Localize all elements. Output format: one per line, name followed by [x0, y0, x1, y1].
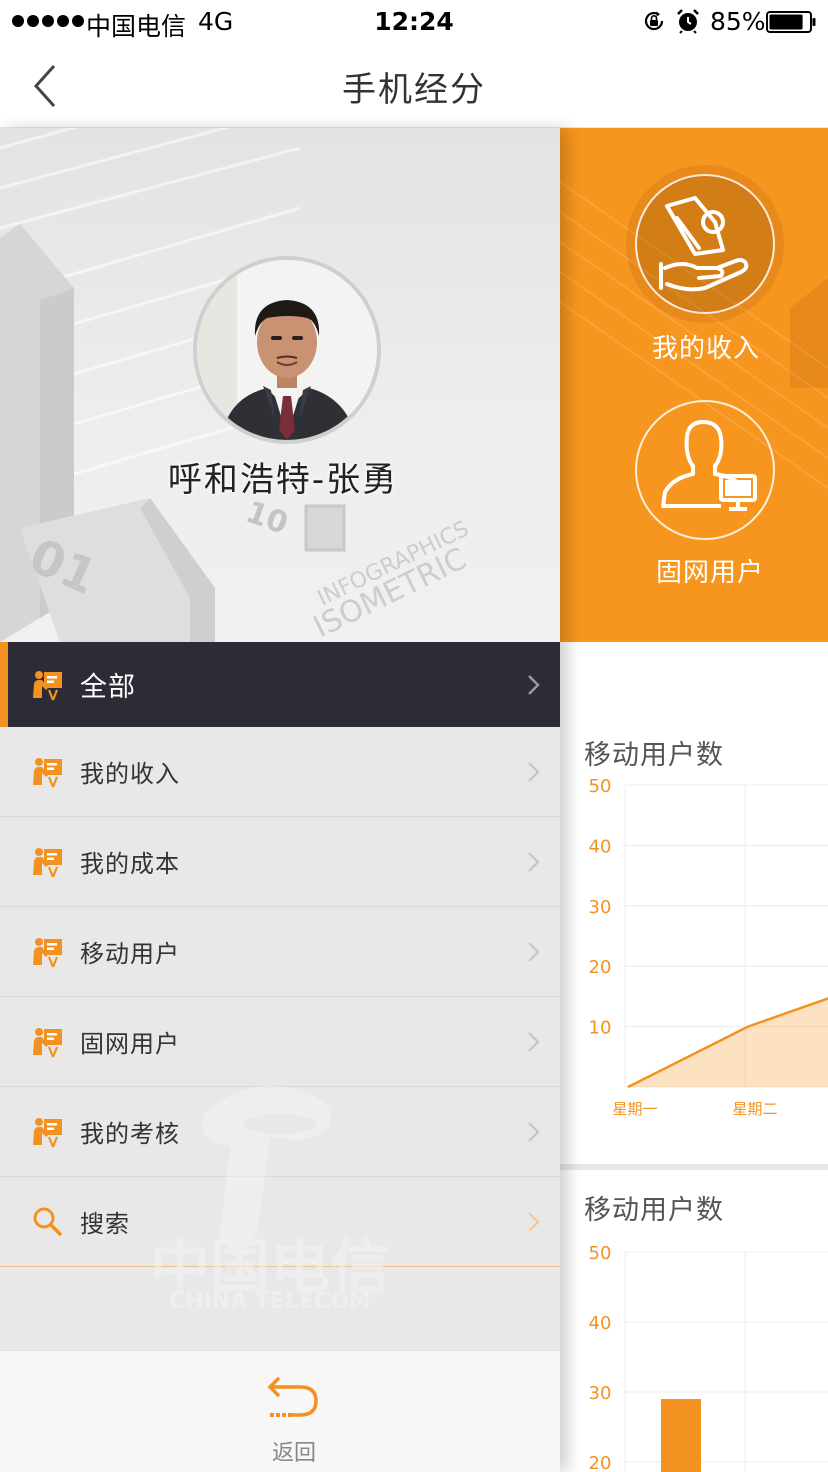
- x-tick-label: 星期一: [612, 1100, 657, 1118]
- presenter-icon: [33, 1117, 62, 1147]
- china-telecom-watermark: 中国电信 CHINA TELECOM: [150, 1086, 390, 1308]
- presenter-icon: [33, 670, 62, 700]
- presenter-icon: [33, 757, 62, 787]
- menu-item-label: 全部: [80, 672, 136, 703]
- menu-item-label: 固网用户: [80, 1030, 180, 1058]
- chevron-right-icon: [528, 1031, 540, 1052]
- menu-item-label: 移动用户: [80, 940, 180, 968]
- return-label[interactable]: 返回: [0, 1435, 588, 1467]
- area-chart: 10 20 30 40 50 星期一 星期二: [589, 776, 828, 1118]
- user-portrait: [197, 260, 377, 440]
- battery-icon: [766, 11, 816, 33]
- x-tick-label: 星期二: [732, 1100, 777, 1118]
- avatar[interactable]: [193, 256, 381, 444]
- shortcut-fixed-users-button[interactable]: [635, 400, 775, 540]
- y-tick-label: 10: [589, 1018, 612, 1039]
- y-tick-label: 20: [589, 957, 612, 978]
- menu-item-all[interactable]: 全部: [0, 642, 560, 727]
- chevron-right-icon: [528, 761, 540, 782]
- presenter-icon: [33, 847, 62, 877]
- y-tick-label: 20: [589, 1453, 612, 1472]
- shortcut-fixed-users-label: 固网用户: [655, 558, 764, 588]
- presenter-icon: [33, 1027, 62, 1057]
- rotation-lock-icon: [644, 11, 664, 31]
- menu-item-fixed-users[interactable]: 固网用户: [0, 997, 560, 1087]
- chevron-right-icon: [528, 851, 540, 872]
- menu-item-label: 我的成本: [80, 850, 180, 878]
- battery-percentage: 85%: [710, 7, 766, 36]
- menu-item-mobile-users[interactable]: 移动用户: [0, 907, 560, 997]
- shortcut-panel: 我的收入 固网用户: [560, 128, 828, 642]
- alarm-icon: [677, 9, 699, 34]
- search-icon: [33, 1207, 62, 1236]
- return-arrow-icon: [268, 1377, 318, 1417]
- y-tick-label: 30: [589, 897, 612, 918]
- chevron-right-icon: [528, 1211, 540, 1232]
- menu-item-label: 搜索: [80, 1210, 130, 1238]
- side-drawer: 01 10 INFOGRAPHICS ISOMETRIC 呼和浩特-张勇 全部 …: [0, 128, 560, 1472]
- chart-card-mobile-users-bar[interactable]: 移动用户数 20 30 40 50: [560, 1182, 828, 1472]
- shortcut-income-label: 我的收入: [651, 334, 760, 364]
- profile-name: 呼和浩特-张勇: [167, 460, 399, 500]
- y-tick-label: 30: [589, 1383, 612, 1404]
- chart-grid: [624, 1251, 828, 1472]
- bg-number-10: 10: [241, 495, 292, 542]
- y-tick-label: 50: [589, 776, 612, 797]
- page-title: 手机经分: [342, 70, 486, 110]
- main-content: 我的收入 固网用户 移动用户数 10 20 30 40 50 星期一 星期二 移…: [560, 128, 828, 1472]
- watermark-brand-en: CHINA TELECOM: [169, 1289, 371, 1308]
- return-button[interactable]: [266, 1375, 322, 1421]
- user-computer-icon: [661, 420, 757, 511]
- clock: 12:24: [374, 7, 454, 36]
- y-tick-label: 40: [589, 836, 612, 857]
- card-divider: [560, 1164, 828, 1170]
- menu-item-my-income[interactable]: 我的收入: [0, 727, 560, 817]
- menu-item-label: 我的收入: [80, 760, 180, 788]
- chevron-right-icon: [528, 674, 540, 695]
- app-screen: 中国电信 4G 12:24 85% 手机经分 我的收入 固网用户 移动用户数 1…: [0, 0, 828, 1472]
- chevron-right-icon: [528, 941, 540, 962]
- drawer-bottom-bar: 返回: [0, 1350, 560, 1472]
- money-hand-icon: [659, 196, 749, 292]
- status-bar: 中国电信 4G 12:24 85%: [0, 0, 828, 44]
- bar: [661, 1399, 701, 1472]
- profile-header: 01 10 INFOGRAPHICS ISOMETRIC 呼和浩特-张勇: [0, 128, 560, 642]
- menu-item-my-cost[interactable]: 我的成本: [0, 817, 560, 907]
- shortcut-income-button[interactable]: [635, 174, 775, 314]
- bar-chart: 20 30 40 50: [589, 1243, 828, 1472]
- presenter-icon: [33, 937, 62, 967]
- y-tick-label: 50: [589, 1243, 612, 1264]
- chart-card-mobile-users-area[interactable]: 移动用户数 10 20 30 40 50 星期一 星期二: [560, 727, 828, 1164]
- navigation-bar: 手机经分: [0, 44, 828, 128]
- chevron-right-icon: [528, 1121, 540, 1142]
- y-tick-label: 40: [589, 1313, 612, 1334]
